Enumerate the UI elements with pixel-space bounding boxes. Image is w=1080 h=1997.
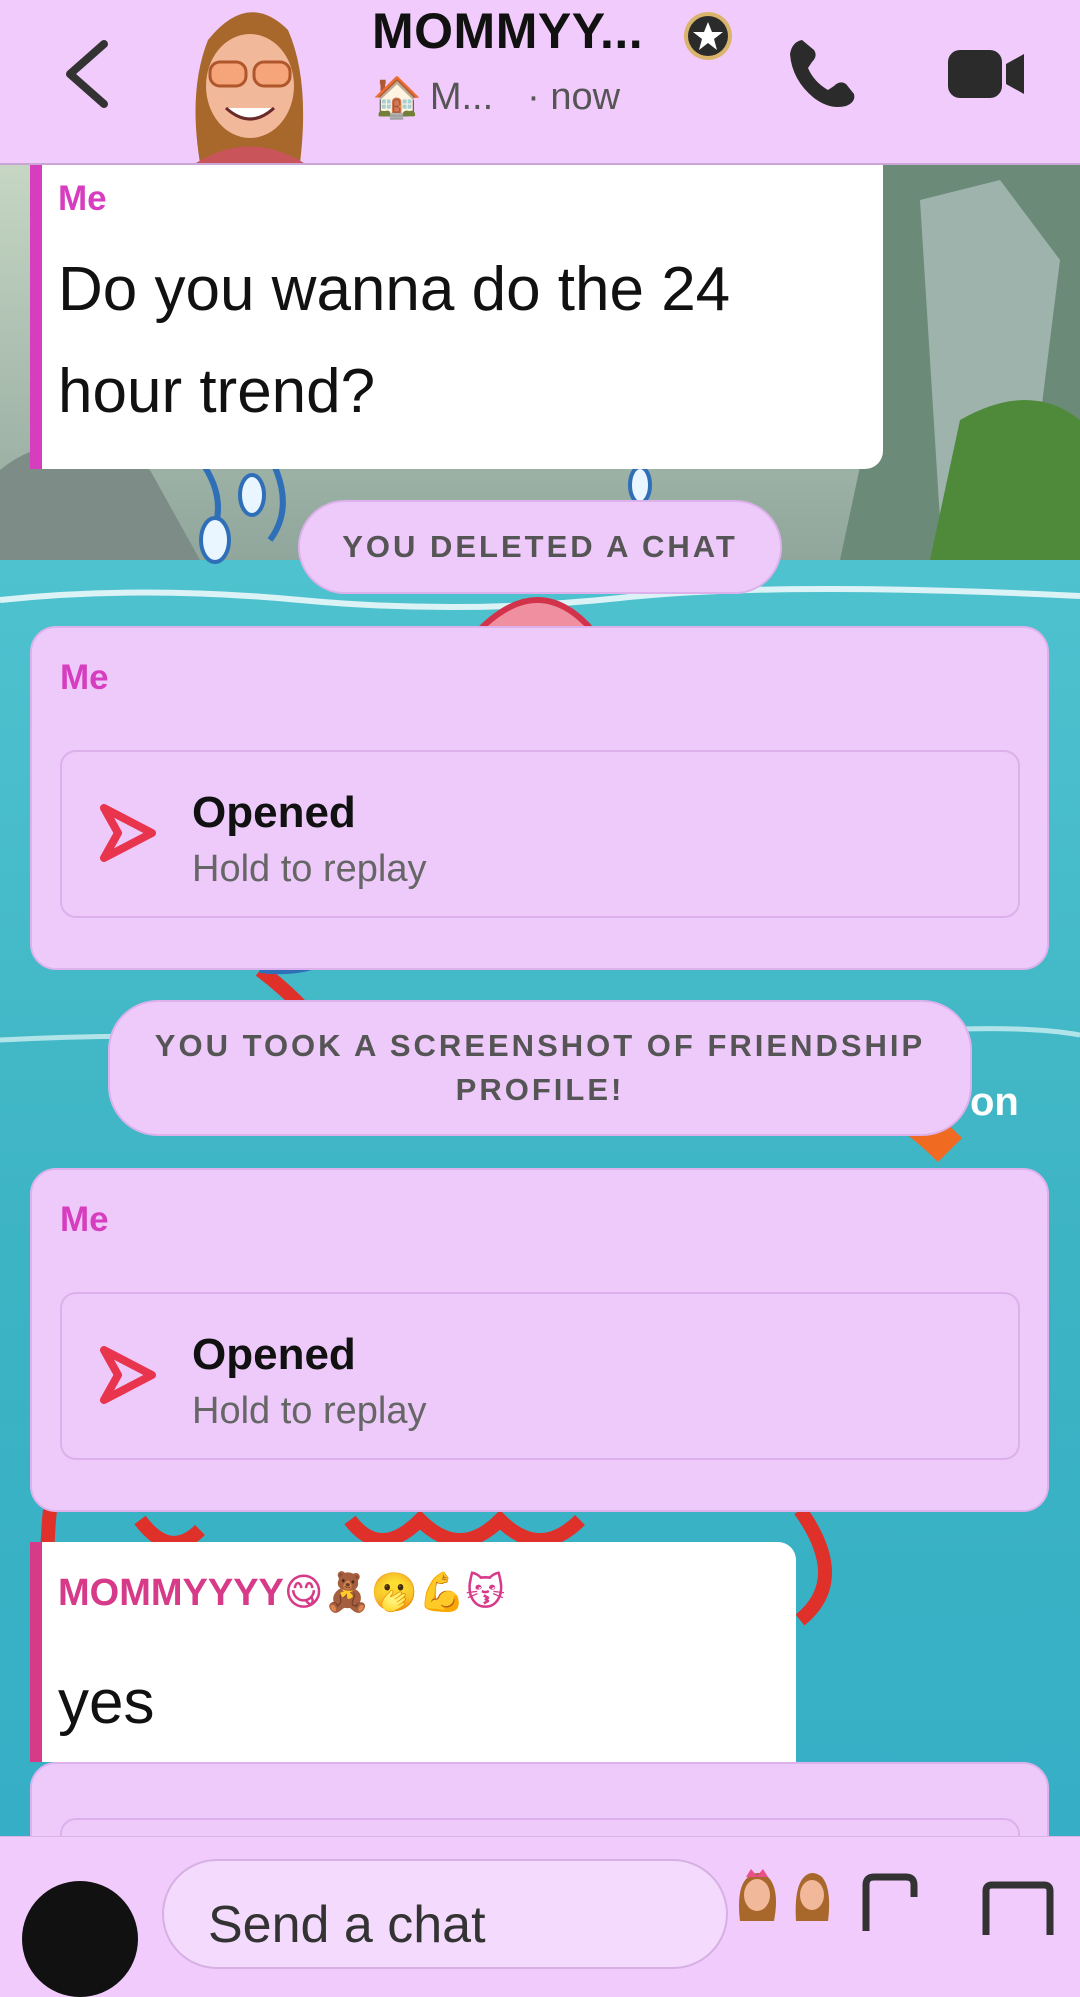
- system-notice-deleted: YOU DELETED A CHAT: [298, 500, 782, 594]
- message-bubble[interactable]: Me Do you wanna do the 24 hour trend?: [30, 163, 883, 469]
- snap-status: Opened: [192, 788, 356, 837]
- video-call-icon[interactable]: [946, 46, 1026, 102]
- status-text: M...: [429, 76, 494, 118]
- bitmoji-icon[interactable]: [792, 1867, 832, 1921]
- wallpaper-text: on: [970, 1080, 1019, 1124]
- chat-composer-bar: Send a chat: [0, 1836, 1080, 1997]
- sender-accent-bar: [30, 163, 42, 469]
- sticker-icon[interactable]: [856, 1871, 936, 1931]
- chat-input[interactable]: Send a chat: [162, 1859, 728, 1969]
- message-text: Do you wanna do the 24 hour trend?: [58, 239, 730, 443]
- message-bubble[interactable]: MOMMYYYY😋🧸🫢💪😽 yes: [30, 1542, 796, 1762]
- friend-bitmoji-avatar[interactable]: [178, 0, 318, 163]
- sender-label: Me: [60, 1200, 109, 1239]
- sender-label: Me: [58, 179, 107, 218]
- back-icon[interactable]: [58, 38, 118, 110]
- camera-button[interactable]: [22, 1881, 138, 1997]
- message-text-line: hour trend?: [58, 357, 376, 426]
- bitmoji-icon[interactable]: [734, 1867, 780, 1921]
- snap-hint: Hold to replay: [192, 848, 427, 890]
- snap-message[interactable]: Me Opened Hold to replay: [30, 626, 1049, 970]
- gallery-icon[interactable]: [978, 1875, 1058, 1935]
- last-active-time: · now: [527, 76, 621, 118]
- snap-message[interactable]: Me Opened Hold to replay: [30, 1168, 1049, 1512]
- notice-line: PROFILE!: [455, 1072, 625, 1107]
- system-notice-screenshot: YOU TOOK A SCREENSHOT OF FRIENDSHIP PROF…: [108, 1000, 972, 1136]
- snap-replay[interactable]: Opened Hold to replay: [60, 750, 1020, 918]
- notice-line: YOU TOOK A SCREENSHOT OF FRIENDSHIP: [154, 1028, 926, 1063]
- sender-accent-bar: [30, 1542, 42, 1762]
- best-friend-star-icon: [684, 12, 732, 60]
- message-text-line: Do you wanna do the 24: [58, 255, 731, 324]
- snap-hint: Hold to replay: [192, 1390, 427, 1432]
- phone-call-icon[interactable]: [784, 36, 860, 112]
- friend-status: 🏠 M... · now: [372, 74, 620, 121]
- opened-snap-arrow-icon: [100, 1346, 156, 1404]
- snap-replay[interactable]: Opened Hold to replay: [60, 1292, 1020, 1460]
- opened-snap-arrow-icon: [100, 804, 156, 862]
- snap-status: Opened: [192, 1330, 356, 1379]
- message-text: yes: [58, 1668, 155, 1737]
- sender-label: MOMMYYYY😋🧸🫢💪😽: [58, 1572, 506, 1614]
- house-emoji-icon: 🏠: [372, 76, 422, 120]
- friend-name[interactable]: MOMMYY...: [372, 2, 643, 60]
- chat-header: MOMMYY... 🏠 M... · now: [0, 0, 1080, 165]
- sender-label: Me: [60, 658, 109, 697]
